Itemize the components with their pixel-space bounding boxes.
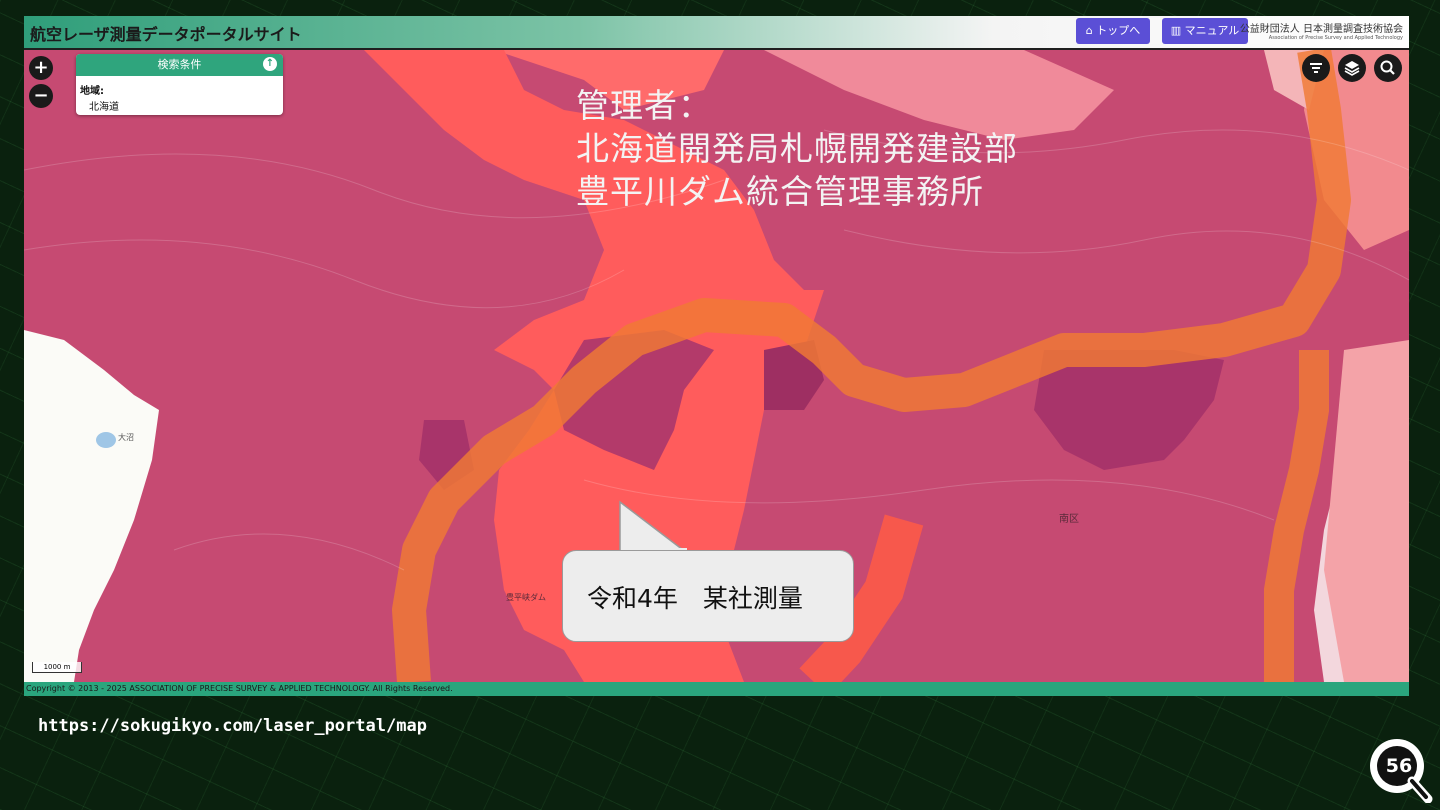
search-button[interactable] xyxy=(1374,54,1402,82)
copyright-footer: Copyright © 2013 - 2025 ASSOCIATION OF P… xyxy=(24,682,1409,696)
layers-button[interactable] xyxy=(1338,54,1366,82)
book-icon: ▥ xyxy=(1170,24,1182,37)
dam-label: 豊平峡ダム xyxy=(506,592,546,602)
region-label: 地域: xyxy=(80,86,104,97)
lake-label: 大沼 xyxy=(118,432,134,442)
site-header: 航空レーザ測量データポータルサイト ⌂ トップへ ▥ マニュアル 公益財団法人 … xyxy=(24,16,1409,50)
callout-pointer xyxy=(619,500,690,554)
source-url[interactable]: https://sokugikyo.com/laser_portal/map xyxy=(38,716,427,736)
scale-bar: 1000 m xyxy=(32,662,82,673)
manager-line-2: 北海道開発局札幌開発建設部 xyxy=(576,129,1018,168)
page-number: 56 xyxy=(1385,755,1413,777)
callout-text: 令和4年 某社測量 xyxy=(587,584,803,613)
search-panel-title: 検索条件 xyxy=(157,58,202,71)
org-logo: 公益財団法人 日本測量調査技術協会 Association of Precise… xyxy=(1240,20,1403,41)
zoom-out-button[interactable]: − xyxy=(29,84,53,108)
org-name: 公益財団法人 日本測量調査技術協会 xyxy=(1239,24,1403,35)
top-page-button-label: トップへ xyxy=(1096,24,1141,37)
manager-line-3: 豊平川ダム統合管理事務所 xyxy=(576,172,984,211)
filter-button[interactable] xyxy=(1302,54,1330,82)
region-value: 北海道 xyxy=(89,102,119,113)
lake-shape xyxy=(96,432,116,448)
arrow-up-icon[interactable]: ↑ xyxy=(263,57,277,71)
manager-line-1: 管理者： xyxy=(576,86,712,125)
site-title[interactable]: 航空レーザ測量データポータルサイト xyxy=(30,21,302,45)
browser-screenshot: 大沼 南区 豊平峡ダム 航空レーザ測量データポータルサイト ⌂ トップへ ▥ マ… xyxy=(24,16,1409,696)
top-page-button[interactable]: ⌂ トップへ xyxy=(1076,18,1150,44)
filter-icon xyxy=(1310,63,1322,73)
home-icon: ⌂ xyxy=(1085,24,1093,37)
layers-icon xyxy=(1344,61,1360,76)
survey-callout: 令和4年 某社測量 xyxy=(562,550,854,642)
ward-label: 南区 xyxy=(1059,512,1079,525)
search-icon xyxy=(1380,60,1395,75)
manual-button-label: マニュアル xyxy=(1184,24,1240,37)
manager-annotation: 管理者： 北海道開発局札幌開発建設部 豊平川ダム統合管理事務所 xyxy=(576,84,1018,213)
search-conditions-panel: 検索条件 ↑ 地域: 北海道 xyxy=(76,54,283,115)
manual-button[interactable]: ▥ マニュアル xyxy=(1162,18,1248,44)
page-badge: 56 xyxy=(1364,733,1434,804)
zoom-in-button[interactable]: + xyxy=(29,56,53,80)
search-panel-header[interactable]: 検索条件 ↑ xyxy=(76,54,283,76)
org-name-en: Association of Precise Survey and Applie… xyxy=(1268,35,1403,41)
